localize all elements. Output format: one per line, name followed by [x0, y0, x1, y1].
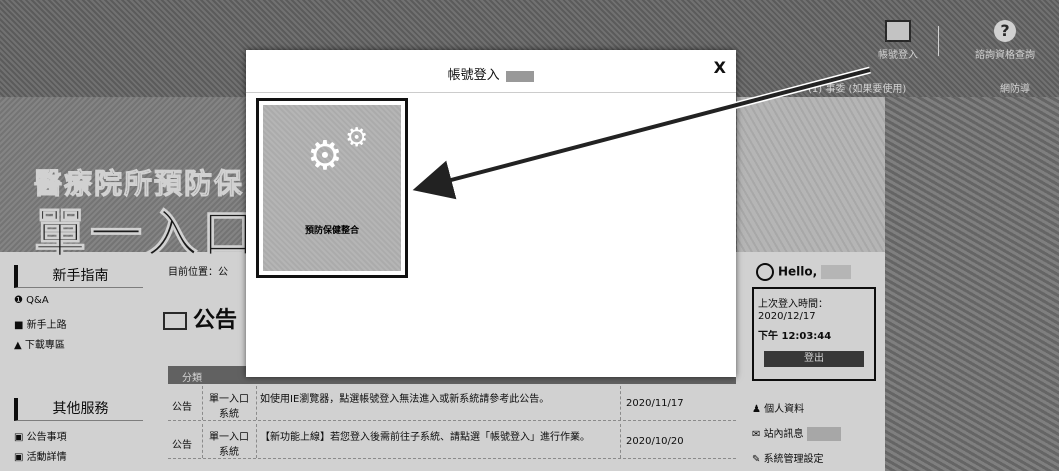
modal-title-text: 帳號登入 [447, 68, 500, 83]
system-tile-preventive[interactable]: ⚙ ⚙ 預防保健整合 [256, 98, 408, 278]
tile-label: 預防保健整合 [304, 226, 359, 236]
gear-small-icon: ⚙ [345, 123, 369, 153]
close-button[interactable]: X [714, 58, 726, 77]
modal-header: 帳號登入 X [246, 50, 736, 93]
tile-background: ⚙ ⚙ 預防保健整合 [263, 105, 401, 271]
modal-title: 帳號登入 [246, 64, 736, 83]
modal-badge [505, 71, 535, 82]
gear-icon: ⚙ [307, 133, 343, 179]
login-modal: 帳號登入 X ⚙ ⚙ 預防保健整合 [246, 50, 736, 377]
